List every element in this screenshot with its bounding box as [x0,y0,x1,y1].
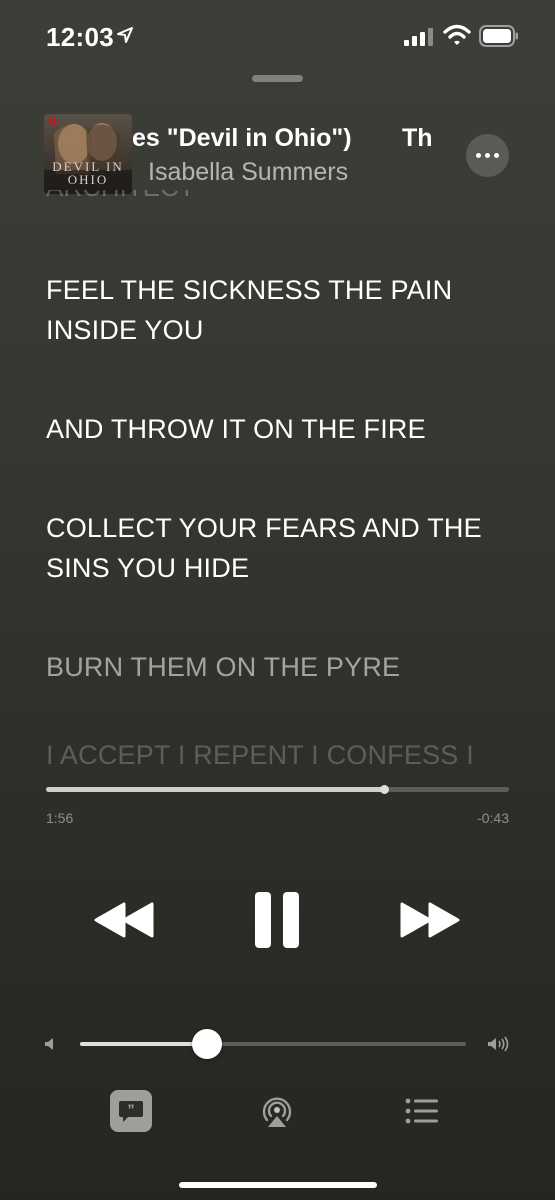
battery-icon [479,25,518,47]
playback-scrubber[interactable] [46,785,509,794]
playback-scrubber-knob[interactable] [379,785,389,794]
song-title-marquee[interactable]: es "Devil in Ohio") [132,124,437,160]
queue-button[interactable] [405,1098,439,1124]
lyrics-button[interactable]: ” [110,1090,152,1132]
cellular-signal-icon [404,28,433,46]
album-artwork[interactable]: N DEVIL IN OHIO [44,114,132,194]
artwork-title: DEVIL IN OHIO [52,159,124,187]
more-options-button[interactable] [466,134,509,177]
lyric-line[interactable]: COLLECT YOUR FEARS AND THE SINS YOU HIDE [46,508,526,588]
volume-high-icon [488,1036,509,1052]
status-time: 12:03 [46,22,114,52]
lyrics-quote-icon: ” [119,1101,143,1122]
location-arrow-icon [117,27,133,43]
remaining-time: -0:43 [477,810,509,826]
lyrics-list[interactable]: FEEL THE SICKNESS THE PAIN INSIDE YOU AN… [46,270,526,824]
ellipsis-icon [476,153,481,158]
pause-button[interactable] [252,890,302,950]
volume-low-icon [45,1038,53,1050]
sheet-grabber[interactable] [252,75,303,82]
ellipsis-dot [485,153,490,158]
song-title-next: Th [402,124,433,152]
volume-fill [80,1042,208,1046]
previous-lyric-fragment: ARCHITECT [46,190,206,204]
airplay-button[interactable] [259,1094,295,1130]
rewind-icon [94,902,154,938]
netflix-logo: N [48,116,56,128]
rewind-button[interactable] [92,900,156,940]
artist-name[interactable]: Isabella Summers [148,158,348,187]
pause-icon [255,892,299,948]
elapsed-time: 1:56 [46,810,74,826]
queue-list-icon [405,1098,438,1124]
ellipsis-dot [494,153,499,158]
volume-knob[interactable] [192,1029,223,1059]
song-title: es "Devil in Ohio") [132,124,352,152]
now-playing-header: N DEVIL IN OHIO es "Devil in Ohio") Th I… [0,114,555,224]
wifi-icon [443,24,471,45]
volume-slider[interactable] [80,1029,466,1059]
lyric-line[interactable]: AND THROW IT ON THE FIRE [46,409,526,449]
fast-forward-button[interactable] [398,900,462,940]
lyric-line[interactable]: FEEL THE SICKNESS THE PAIN INSIDE YOU [46,270,526,350]
playback-progress-fill [46,787,384,792]
status-bar: 12:03 [0,0,555,70]
lyric-line[interactable]: BURN THEM ON THE PYRE [46,647,526,687]
svg-text:”: ” [128,1101,135,1117]
lyric-line[interactable]: I ACCEPT I REPENT I CONFESS I [46,741,526,765]
previous-lyric-text: ARCHITECT [46,190,206,203]
fast-forward-icon [400,902,460,938]
home-indicator[interactable] [179,1182,377,1188]
